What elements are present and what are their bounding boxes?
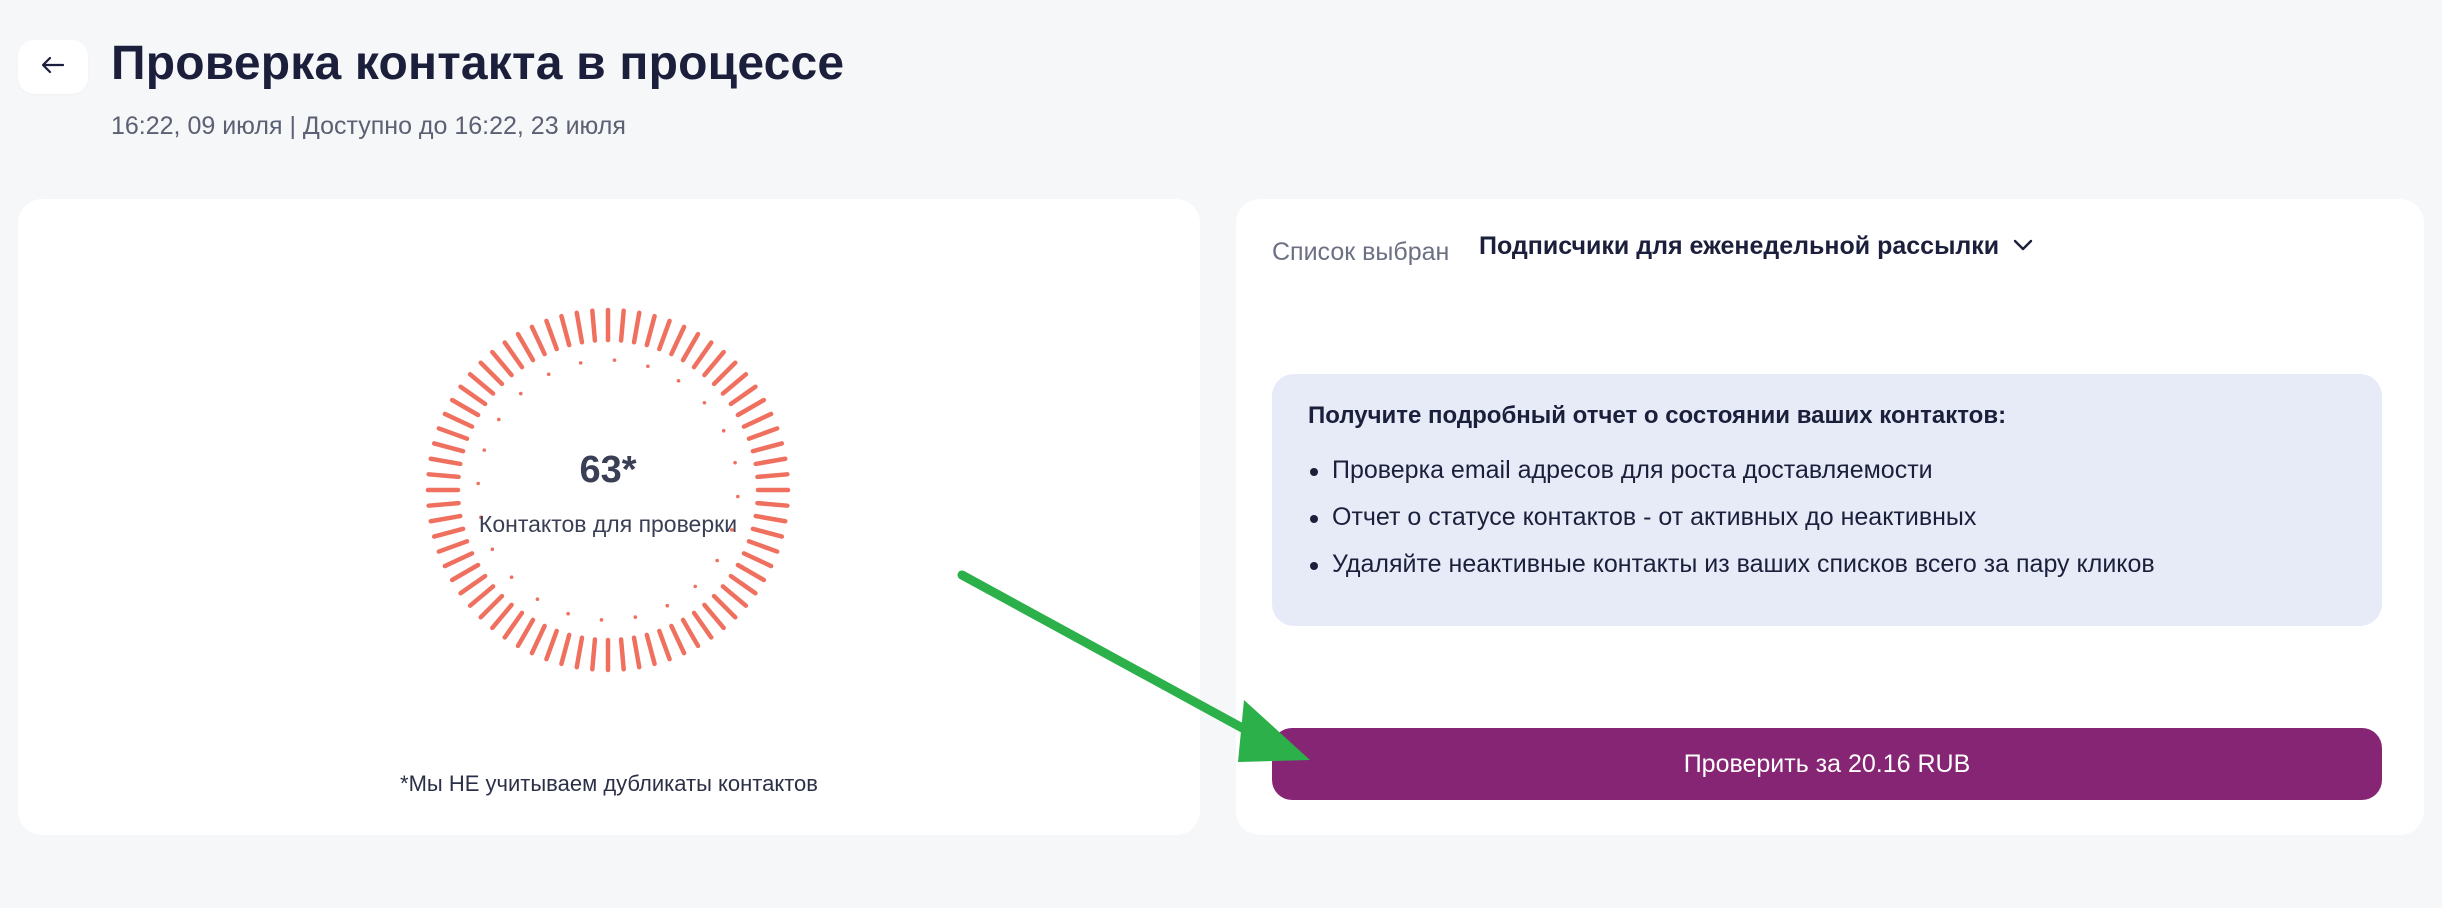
ring-tick xyxy=(746,426,780,441)
ring-tick xyxy=(644,632,657,667)
ring-dot xyxy=(646,364,650,369)
ring-dot xyxy=(497,417,501,422)
arrow-left-icon xyxy=(41,56,65,78)
ring-dot xyxy=(715,558,719,563)
ring-tick xyxy=(467,584,496,608)
ring-dot xyxy=(665,603,670,608)
list-label: Список выбран xyxy=(1272,238,1450,266)
back-button[interactable] xyxy=(18,40,88,94)
ring-tick xyxy=(426,500,461,508)
info-list: Проверка email адресов для роста доставл… xyxy=(1308,456,2346,579)
ring-dot xyxy=(736,494,740,499)
ring-dot xyxy=(721,428,726,433)
ring-tick xyxy=(746,539,780,554)
ring-tick xyxy=(442,411,475,429)
ring-tick xyxy=(680,617,701,649)
ring-tick xyxy=(574,635,585,670)
ring-dot xyxy=(676,379,681,383)
ring-dot xyxy=(612,358,617,362)
ring-dot xyxy=(535,597,540,601)
ring-tick xyxy=(490,602,514,631)
ring-tick xyxy=(458,573,488,596)
ring-tick xyxy=(515,331,536,363)
ring-tick xyxy=(711,360,738,387)
ring-dot xyxy=(578,361,583,365)
ring-tick xyxy=(631,635,642,670)
page-subtitle: 16:22, 09 июля | Доступно до 16:22, 23 и… xyxy=(111,112,626,140)
ring-tick xyxy=(631,310,642,345)
ring-tick xyxy=(720,584,749,608)
ring-tick xyxy=(574,310,585,345)
ring-tick xyxy=(559,632,572,667)
ring-tick xyxy=(590,637,598,672)
ring-dot xyxy=(693,584,698,589)
ring-tick xyxy=(618,637,626,672)
ring-tick xyxy=(741,411,774,429)
ring-tick xyxy=(669,623,687,656)
report-info-box: Получите подробный отчет о состоянии ваш… xyxy=(1272,374,2382,626)
ring-tick xyxy=(515,617,536,649)
ring-tick xyxy=(741,551,774,569)
ring-tick xyxy=(467,372,496,396)
ring-tick xyxy=(529,623,547,656)
ring-tick xyxy=(702,349,726,378)
ring-tick xyxy=(680,331,701,363)
ring-tick xyxy=(755,500,790,508)
ring-tick xyxy=(691,340,714,370)
ring-tick xyxy=(720,372,749,396)
info-list-item: Удаляйте неактивные контакты из ваших сп… xyxy=(1308,550,2346,579)
ring-tick xyxy=(618,308,626,343)
ring-tick xyxy=(449,397,481,418)
ring-tick xyxy=(644,313,657,348)
ring-tick xyxy=(735,397,767,418)
ring-dot xyxy=(633,615,638,619)
ring-tick xyxy=(711,593,738,620)
ring-tick xyxy=(436,539,470,554)
chevron-down-icon xyxy=(2013,238,2033,256)
ring-tick xyxy=(529,324,547,357)
ring-tick xyxy=(657,318,672,352)
ring-dot xyxy=(566,611,570,616)
list-select-value: Подписчики для еженедельной рассылки xyxy=(1479,232,2000,260)
ring-dot xyxy=(518,391,523,396)
ring-tick xyxy=(544,318,559,352)
ring-tick xyxy=(478,360,505,387)
page-title: Проверка контакта в процессе xyxy=(111,37,845,90)
ring-tick xyxy=(442,551,475,569)
list-select[interactable]: Подписчики для еженедельной рассылки xyxy=(1479,232,2033,261)
ring-tick xyxy=(702,602,726,631)
ring-tick xyxy=(669,324,687,357)
info-list-item: Проверка email адресов для роста доставл… xyxy=(1308,456,2346,485)
ring-tick xyxy=(735,562,767,583)
ring-tick xyxy=(728,384,758,407)
ring-tick xyxy=(590,308,598,343)
ring-tick xyxy=(691,610,714,640)
ring-dot xyxy=(702,400,707,405)
info-list-item: Отчет о статусе контактов - от активных … xyxy=(1308,503,2346,532)
info-title: Получите подробный отчет о состоянии ваш… xyxy=(1308,402,2007,429)
ring-dot xyxy=(509,575,514,580)
duplicates-footnote: *Мы НЕ учитываем дубликаты контактов xyxy=(400,771,818,796)
ring-tick xyxy=(544,628,559,662)
check-button[interactable]: Проверить за 20.16 RUB xyxy=(1272,728,2382,800)
ring-tick xyxy=(449,562,481,583)
ring-dot xyxy=(546,372,551,377)
ring-tick xyxy=(436,426,470,441)
ring-tick xyxy=(559,313,572,348)
ring-tick xyxy=(478,593,505,620)
contacts-count: 63* xyxy=(579,449,637,491)
ring-tick xyxy=(458,384,488,407)
ring-tick xyxy=(502,340,525,370)
ring-tick xyxy=(490,349,514,378)
contacts-count-label: Контактов для проверки xyxy=(478,511,738,537)
ring-tick xyxy=(657,628,672,662)
ring-dot xyxy=(490,547,495,552)
ring-tick xyxy=(728,573,758,596)
ring-tick xyxy=(502,610,525,640)
ring-dot xyxy=(599,618,604,622)
